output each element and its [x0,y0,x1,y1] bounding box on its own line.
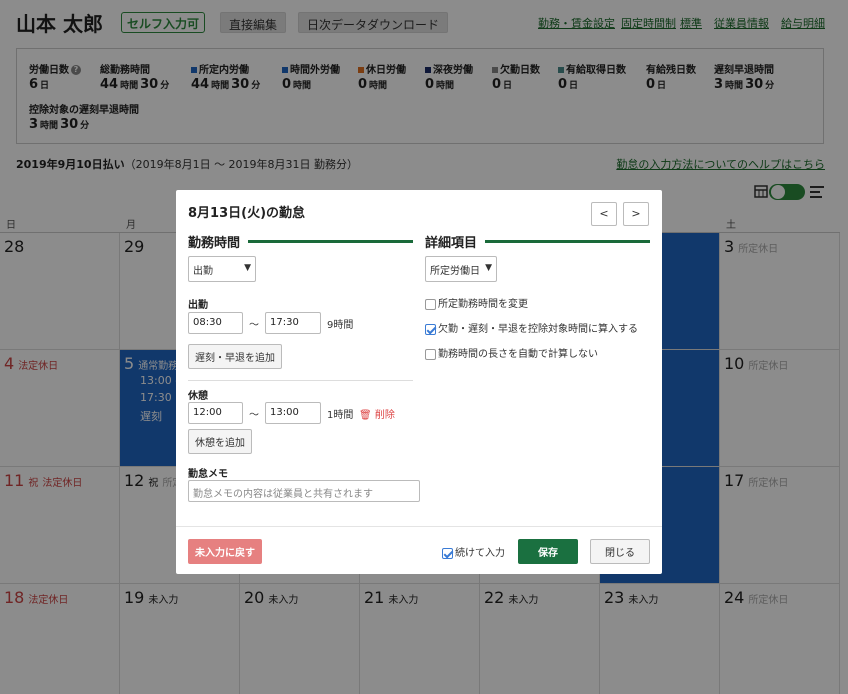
section-divider [248,240,413,243]
day-type-select[interactable]: 所定労働日 ▼ [425,256,497,282]
memo-input[interactable]: 勤怠メモの内容は従業員と共有されます [188,480,420,502]
dropdown-caret-icon: ▼ [244,263,251,273]
reset-to-empty-button[interactable]: 未入力に戻す [188,539,262,564]
add-late-early-button[interactable]: 遅刻・早退を追加 [188,344,282,369]
memo-label: 勤怠メモ [188,469,228,480]
tilde: ～ [249,320,259,331]
option-deduct-late[interactable]: 欠勤・遅刻・早退を控除対象時間に算入する [425,320,638,335]
checkbox-icon[interactable] [425,298,436,310]
attendance-modal: 8月13日(火)の勤怠 < > 勤務時間 詳細項目 出勤 ▼ 所定労働日 ▼ 出勤 … [176,190,662,574]
dropdown-caret-icon: ▼ [485,263,492,273]
continue-input-option[interactable]: 続けて入力 [442,544,505,559]
work-type-select[interactable]: 出勤 ▼ [188,256,256,282]
clock-in-label: 出勤 [188,300,208,311]
option-no-auto-calc[interactable]: 勤務時間の長さを自動で計算しない [425,345,598,360]
end-time-input[interactable]: 17:30 [265,312,321,334]
detail-heading: 詳細項目 [425,236,478,251]
break-end-input[interactable]: 13:00 [265,402,321,424]
work-duration: 9時間 [327,320,354,331]
delete-break-button[interactable]: 🗑 削除 [359,406,395,421]
prev-day-button[interactable]: < [591,202,617,226]
break-label: 休憩 [188,391,208,402]
next-day-button[interactable]: > [623,202,649,226]
tilde: ～ [249,410,259,421]
close-button[interactable]: 閉じる [590,539,650,564]
save-button[interactable]: 保存 [518,539,578,564]
footer-divider [176,526,662,527]
trash-icon: 🗑 [359,410,372,421]
start-time-input[interactable]: 08:30 [188,312,243,334]
break-duration: 1時間 [327,410,354,421]
checkbox-checked-icon[interactable] [442,547,453,559]
checkbox-checked-icon[interactable] [425,323,436,335]
divider [188,380,413,381]
option-change-schedule[interactable]: 所定勤務時間を変更 [425,295,528,310]
work-time-heading: 勤務時間 [188,236,241,251]
add-break-button[interactable]: 休憩を追加 [188,429,252,454]
modal-title: 8月13日(火)の勤怠 [188,206,306,221]
break-start-input[interactable]: 12:00 [188,402,243,424]
checkbox-icon[interactable] [425,348,436,360]
section-divider [485,240,650,243]
